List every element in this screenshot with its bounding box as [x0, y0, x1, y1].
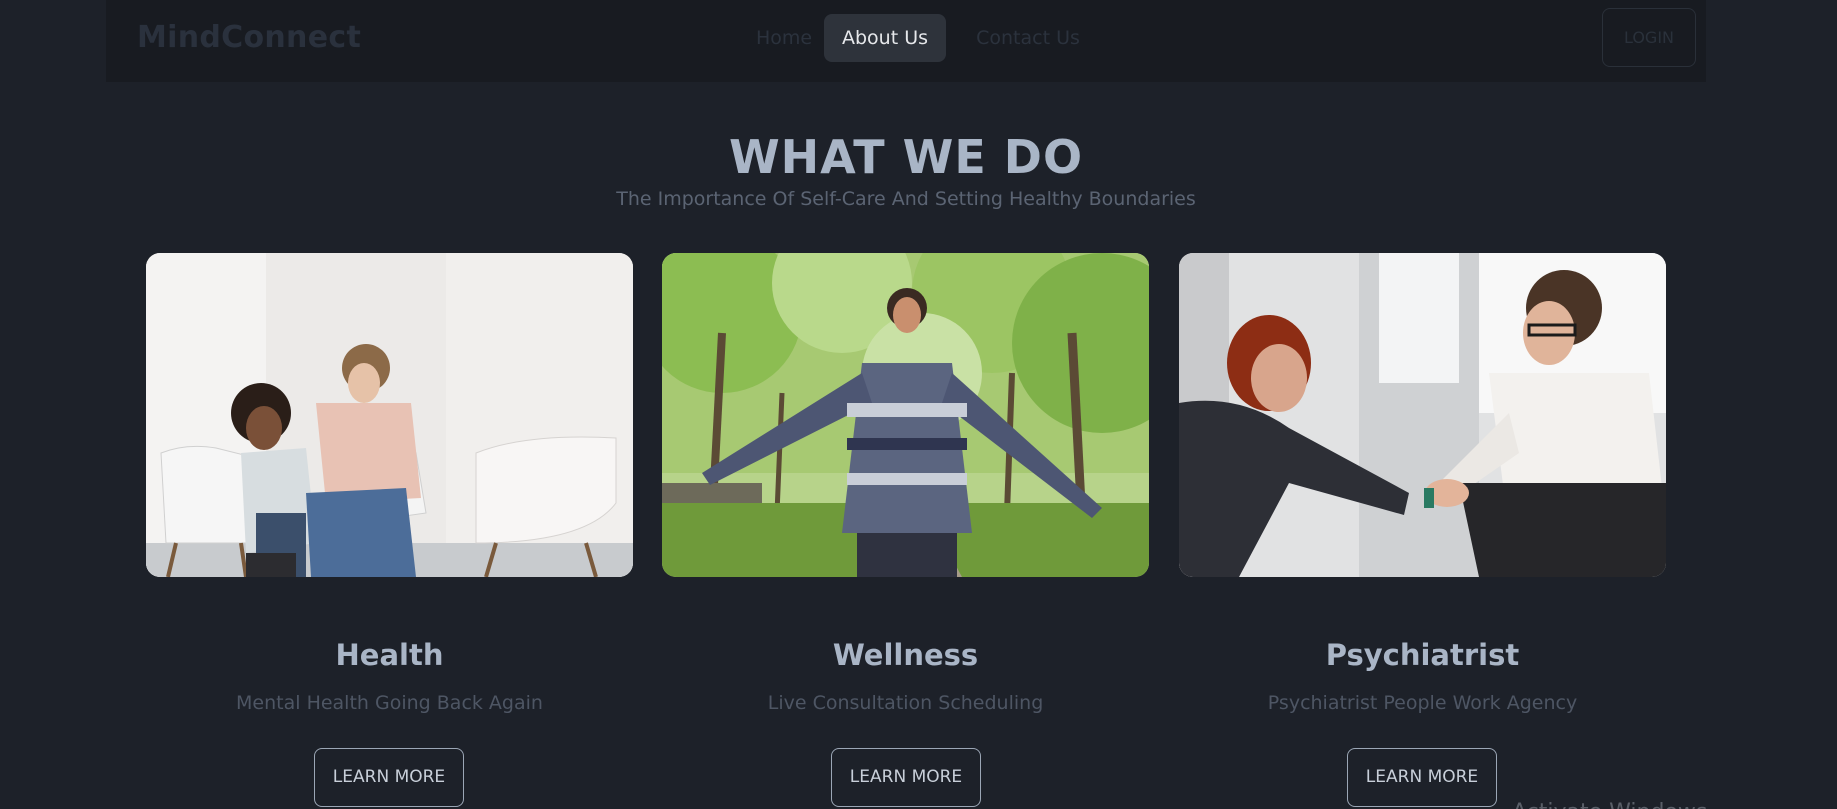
page: MindConnect Home About Us Contact Us LOG…	[0, 0, 1837, 809]
nav-link-contact-us[interactable]: Contact Us	[958, 14, 1098, 62]
learn-more-button-psychiatrist[interactable]: LEARN MORE	[1347, 748, 1497, 807]
brand-logo[interactable]: MindConnect	[137, 20, 361, 55]
nav-link-about-us[interactable]: About Us	[824, 14, 946, 62]
section-title: WHAT WE DO	[728, 130, 1084, 184]
card-subtitle-psychiatrist: Psychiatrist People Work Agency	[1267, 692, 1578, 714]
card-subtitle-wellness: Live Consultation Scheduling	[767, 692, 1044, 714]
wellness-image	[662, 253, 1149, 577]
card-subtitle-health: Mental Health Going Back Again	[236, 692, 543, 714]
nav-link-home[interactable]: Home	[744, 14, 824, 62]
health-image	[146, 253, 633, 577]
card-title-wellness: Wellness	[832, 638, 979, 672]
section-subtitle: The Importance Of Self-Care And Setting …	[616, 188, 1196, 210]
psychiatrist-image	[1179, 253, 1666, 577]
card-title-psychiatrist: Psychiatrist	[1325, 638, 1520, 672]
learn-more-button-health[interactable]: LEARN MORE	[314, 748, 464, 807]
login-button[interactable]: LOGIN	[1602, 8, 1696, 67]
activate-windows-watermark: Activate Windows	[1512, 800, 1707, 809]
navbar: MindConnect Home About Us Contact Us LOG…	[106, 0, 1706, 82]
learn-more-button-wellness[interactable]: LEARN MORE	[831, 748, 981, 807]
card-title-health: Health	[335, 638, 444, 672]
